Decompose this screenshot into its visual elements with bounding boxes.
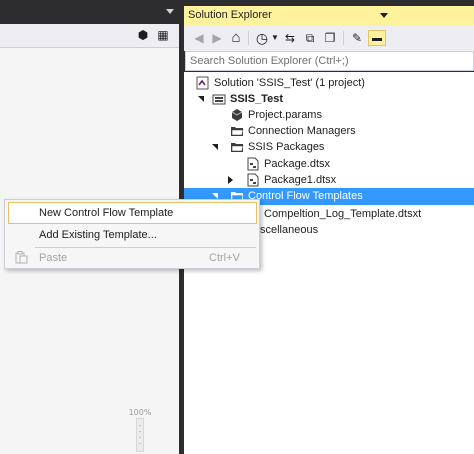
solution-explorer-title: Solution Explorer (188, 9, 272, 21)
tree-node-label: Package.dtsx (264, 158, 331, 170)
package-objects-icon[interactable]: ⬢ (136, 28, 150, 42)
tree-node-label: Compeltion_Log_Template.dtsxt (264, 208, 422, 220)
tree-node-label: Project.params (248, 109, 322, 121)
properties-wrench-icon[interactable]: ✎ (349, 30, 365, 46)
variables-grid-icon[interactable]: ▦ (156, 28, 170, 42)
params-icon (231, 109, 243, 121)
toolbar-separator (343, 31, 344, 45)
preview-toggle-icon[interactable]: ▬ (368, 30, 386, 46)
history-dropdown-icon[interactable]: ▼ (271, 30, 279, 46)
solution-explorer-toolbar: ◀ ▶ ⌂ ◷ ▼ ⇆ ⧉ ❐ ✎ ▬ (184, 26, 474, 51)
back-icon[interactable]: ◀ (192, 30, 206, 46)
solution-search-box[interactable] (185, 51, 474, 71)
menu-item-new-control-flow-template[interactable]: New Control Flow Template (8, 202, 257, 224)
collapse-all-icon[interactable]: ⧉ (302, 30, 318, 46)
tree-node-label: Control Flow Templates (248, 190, 363, 202)
folder-icon (231, 143, 244, 152)
designer-tab-bar (0, 0, 181, 24)
sync-icon[interactable]: ⇆ (282, 30, 298, 46)
package-file-icon (247, 173, 259, 187)
solution-explorer-titlebar: Solution Explorer (184, 6, 474, 26)
collapsed-arrow-icon[interactable] (228, 176, 233, 184)
menu-item-paste[interactable]: Paste Ctrl+V (8, 247, 257, 269)
solution-icon (196, 76, 209, 90)
window-dropdown-icon[interactable] (166, 9, 174, 14)
toolbar-separator (248, 31, 249, 45)
paste-shortcut: Ctrl+V (209, 252, 240, 264)
tree-node-label: Solution 'SSIS_Test' (1 project) (214, 77, 365, 89)
expanded-arrow-icon[interactable] (212, 144, 218, 150)
tree-node-label: SSIS Packages (248, 141, 325, 153)
history-icon[interactable]: ◷ (254, 30, 270, 46)
zoom-slider[interactable] (136, 418, 144, 452)
expanded-arrow-icon[interactable] (198, 96, 204, 102)
tree-node-label: Package1.dtsx (264, 174, 337, 186)
tree-node-label: SSIS_Test (230, 93, 283, 105)
tree-node-label: Connection Managers (248, 125, 356, 137)
context-menu: New Control Flow Template Add Existing T… (4, 199, 260, 269)
zoom-level-label: 100% (128, 408, 152, 417)
package-file-icon (247, 157, 259, 171)
tree-node-label: scellaneous (260, 224, 319, 236)
designer-toolbar: ⬢ ▦ (0, 24, 179, 48)
panel-options-dropdown-icon[interactable] (380, 13, 388, 18)
solution-search-input[interactable] (186, 52, 473, 70)
home-icon[interactable]: ⌂ (228, 30, 244, 46)
project-icon (212, 94, 226, 105)
paste-icon (15, 251, 28, 264)
forward-icon[interactable]: ▶ (210, 30, 224, 46)
menu-item-add-existing-template[interactable]: Add Existing Template... (8, 224, 257, 246)
folder-icon (231, 127, 244, 136)
show-all-files-icon[interactable]: ❐ (322, 30, 338, 46)
